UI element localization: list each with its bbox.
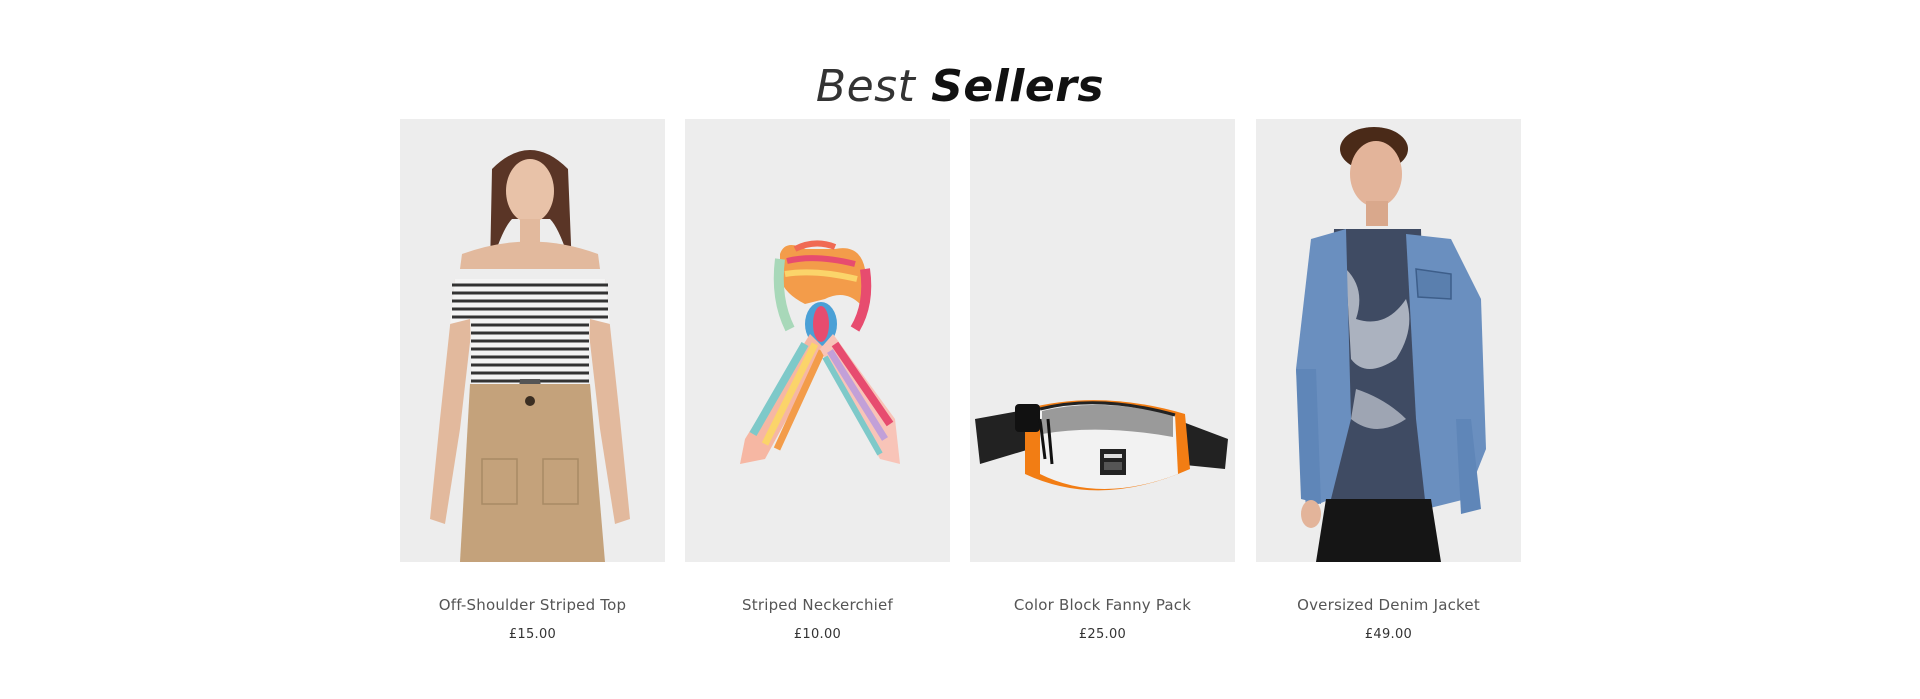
section-title-light: Best [815,60,916,112]
product-image[interactable] [1256,119,1521,562]
product-image[interactable] [970,119,1235,562]
product-price: £15.00 [508,627,557,642]
product-name[interactable]: Off-Shoulder Striped Top [400,596,665,614]
product-card[interactable]: Color Block Fanny Pack £25.00 [970,119,1235,679]
product-price: £10.00 [793,627,842,642]
section-title: Best Sellers [0,59,1920,115]
product-price: £25.00 [1078,627,1127,642]
product-name[interactable]: Striped Neckerchief [685,596,950,614]
woman-striped-top-image [400,119,665,562]
man-denim-jacket-image [1256,119,1521,562]
product-price: £49.00 [1364,627,1413,642]
fanny-pack-image [970,119,1235,562]
product-card[interactable]: Oversized Denim Jacket £49.00 [1256,119,1521,679]
product-card[interactable]: Striped Neckerchief £10.00 [685,119,950,679]
product-grid: Off-Shoulder Striped Top £15.00 Striped … [400,119,1521,679]
section-title-bold: Sellers [931,60,1105,112]
product-card[interactable]: Off-Shoulder Striped Top £15.00 [400,119,665,679]
product-name[interactable]: Color Block Fanny Pack [970,596,1235,614]
neckerchief-image [685,119,950,562]
product-image[interactable] [400,119,665,562]
product-name[interactable]: Oversized Denim Jacket [1256,596,1521,614]
product-image[interactable] [685,119,950,562]
